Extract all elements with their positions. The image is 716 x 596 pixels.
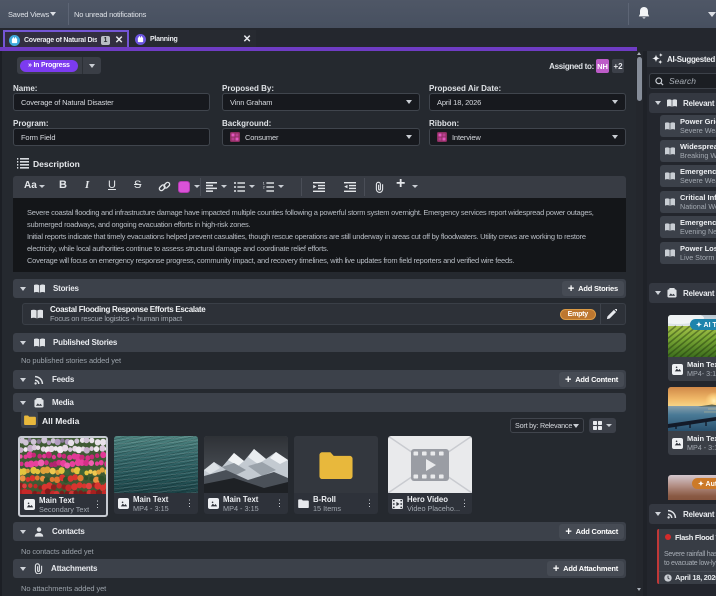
svg-text:2: 2 (263, 185, 266, 190)
